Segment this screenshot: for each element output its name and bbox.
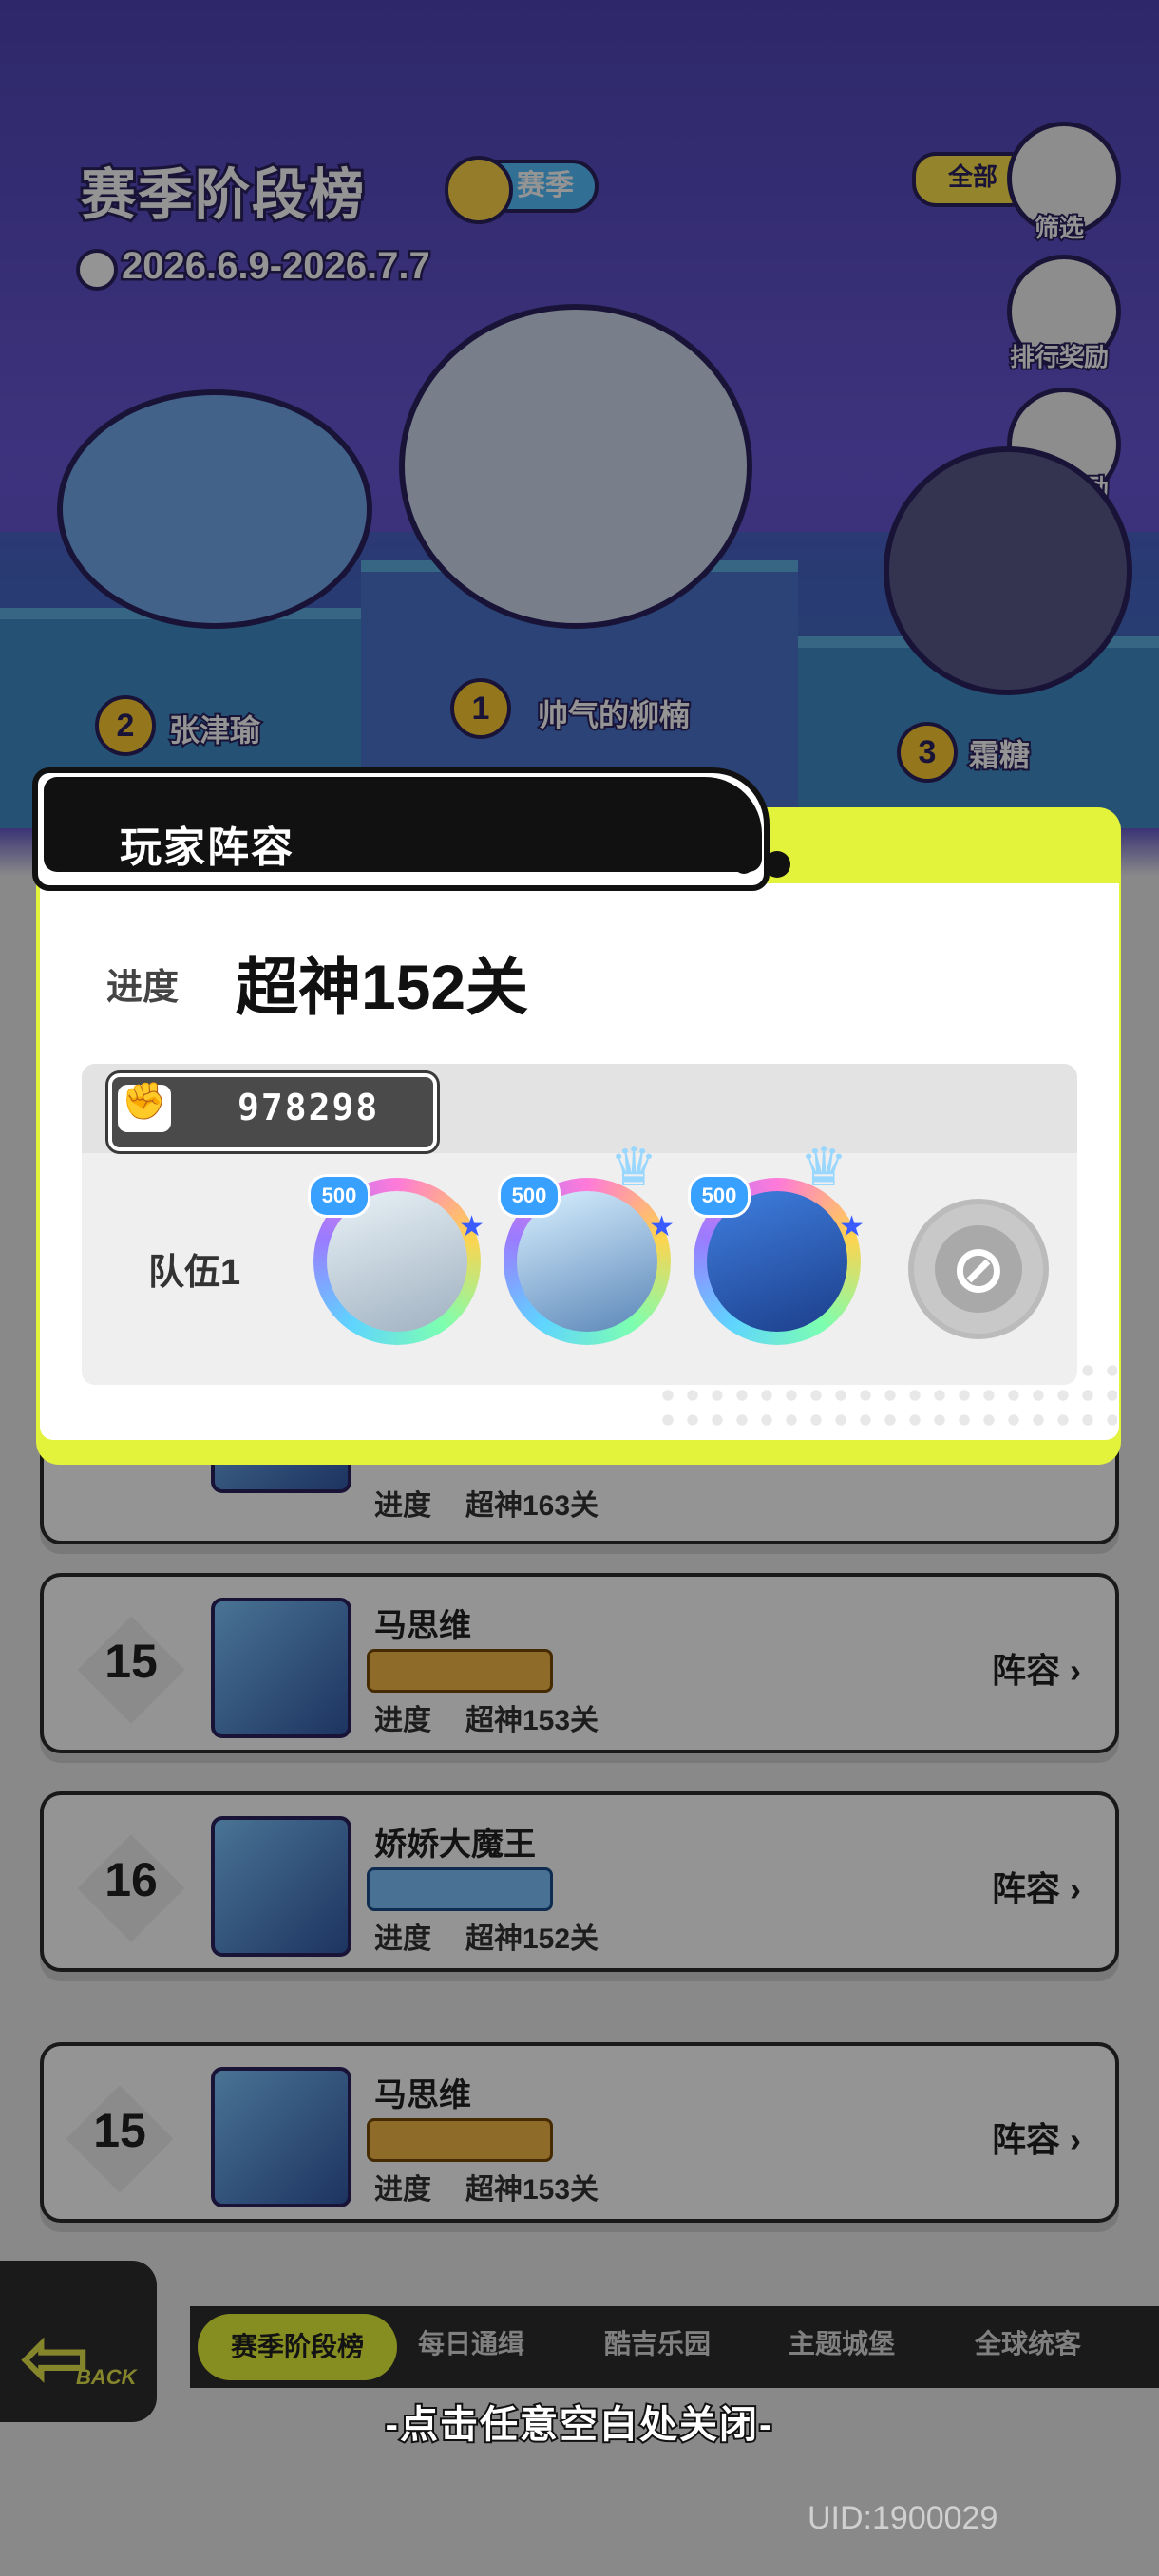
popup-title: 玩家阵容 [120,824,294,871]
ban-icon: ⊘ [950,1232,1007,1306]
star-icon: ★ [459,1211,484,1242]
hero-level-badge: 500 [688,1174,750,1218]
popup-progress-value: 超神152关 [236,952,529,1022]
close-hint: -点击任意空白处关闭- [384,2402,774,2448]
hero-pirate-captain-icon[interactable]: ♛ 500 ★ [498,1137,674,1345]
hero-blue-hair-icon[interactable]: ♛ 500 ★ [688,1137,864,1345]
crown-icon: ♛ [800,1137,848,1197]
header-decor-dot [733,853,754,874]
team-label: 队伍1 [148,1253,241,1293]
star-icon: ★ [649,1211,674,1242]
user-id: UID:1900029 [808,2500,998,2536]
fist-glyph: ✊ [122,1082,167,1122]
header-decor-dot [764,851,790,878]
hero-silver-hair-icon[interactable]: 500 ★ [308,1174,484,1345]
hero-level-badge: 500 [498,1174,560,1218]
crown-icon: ♛ [610,1137,658,1197]
star-icon: ★ [839,1211,864,1242]
empty-hero-slot: ⊘ [908,1199,1049,1339]
hero-level-badge: 500 [308,1174,370,1218]
popup-progress-label: 进度 [106,968,180,1008]
team-power-value: 978298 [238,1087,380,1128]
